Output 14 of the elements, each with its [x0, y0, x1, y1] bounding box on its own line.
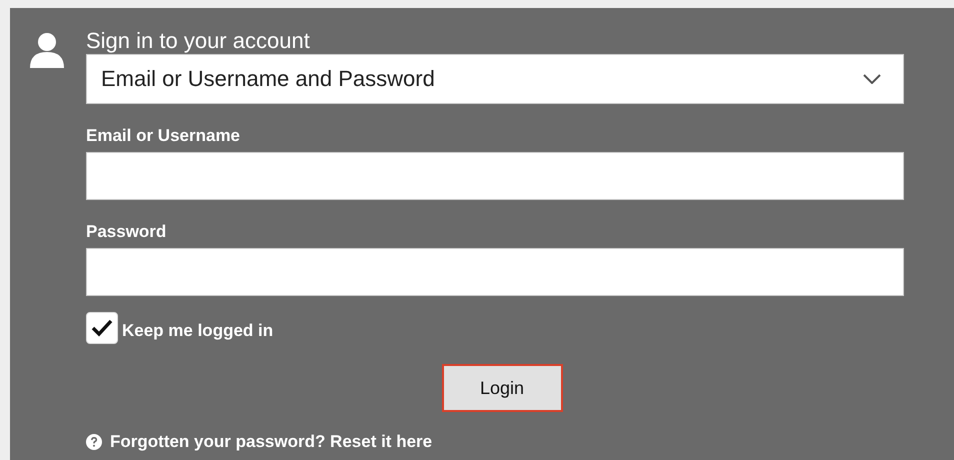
method-select[interactable]: Email or Username and Password: [86, 54, 904, 104]
keep-logged-in-checkbox[interactable]: [86, 312, 118, 344]
help-icon: [86, 434, 102, 450]
user-icon: [28, 32, 66, 70]
chevron-down-icon: [863, 74, 881, 84]
field-label: Password: [86, 222, 168, 242]
reset-password-link[interactable]: Forgotten your password? Reset it here: [110, 432, 432, 452]
login-button[interactable]: Login: [442, 364, 562, 412]
checkmark-icon: [91, 319, 113, 337]
form-title: Sign in to your account: [86, 28, 311, 54]
field-label: Email or Username: [86, 126, 242, 146]
username-field[interactable]: [86, 152, 904, 200]
checkbox-label: Keep me logged in: [122, 321, 274, 341]
password-field[interactable]: [86, 248, 904, 296]
